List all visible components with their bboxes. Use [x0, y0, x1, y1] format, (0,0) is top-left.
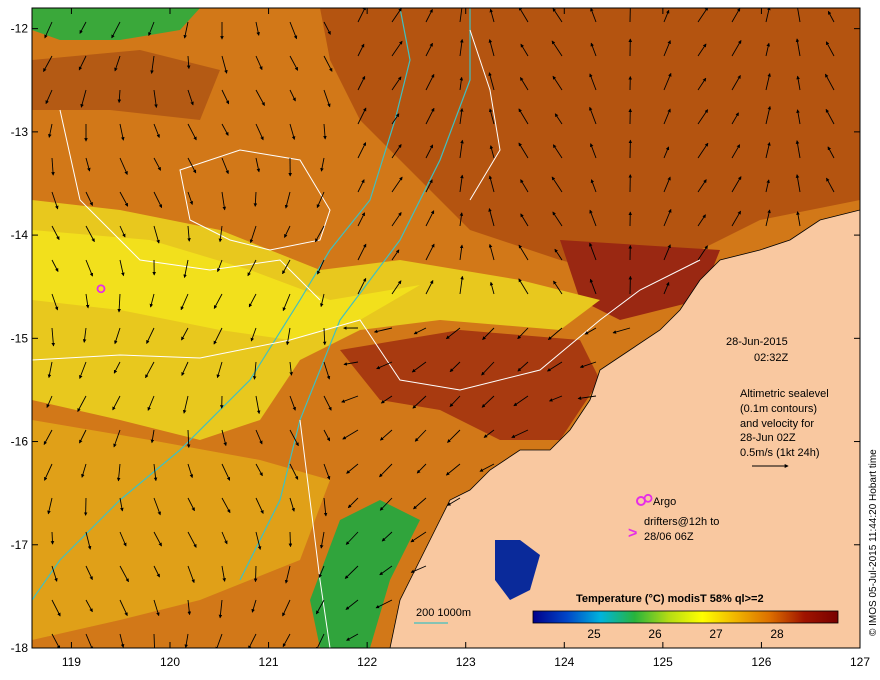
legend-line: 0.5m/s (1kt 24h)	[740, 447, 819, 459]
lon-tick-label: 119	[62, 655, 81, 669]
legend-line: and velocity for	[740, 418, 814, 430]
lon-tick-label: 125	[653, 655, 673, 669]
lat-tick-label: -16	[11, 435, 29, 449]
legend-line: (0.1m contours)	[740, 403, 817, 415]
colorbar-tick-label: 25	[587, 627, 601, 641]
lon-tick-label: 124	[554, 655, 574, 669]
colorbar-gradient	[532, 610, 839, 624]
colorbar-tick-label: 27	[709, 627, 723, 641]
date-label: 28-Jun-2015	[726, 336, 788, 348]
colorbar-tick-label: 26	[648, 627, 662, 641]
lat-tick-label: -13	[11, 125, 29, 139]
colorbar-title: Temperature (°C) modisT 58% ql>=2	[576, 593, 764, 605]
timestamp-stamp: © IMOS 05-Jul-2015 11:44:20 Hobart time	[868, 449, 879, 636]
lon-tick-label: 122	[357, 655, 377, 669]
colorbar-tick-label: 28	[770, 627, 784, 641]
lat-tick-label: -12	[11, 22, 29, 36]
lon-tick-label: 126	[751, 655, 771, 669]
lat-tick-label: -18	[11, 641, 29, 655]
lon-tick-label: 121	[259, 655, 279, 669]
lat-tick-label: -14	[11, 228, 29, 242]
lon-tick-label: 123	[456, 655, 476, 669]
lat-tick-label: -15	[11, 331, 29, 345]
lon-tick-label: 127	[850, 655, 870, 669]
drifters-legend-line: drifters@12h to	[644, 516, 719, 528]
velocity-arrow	[50, 531, 55, 545]
time-label: 02:32Z	[754, 352, 789, 364]
argo-legend-label: Argo	[653, 496, 676, 508]
legend-line: Altimetric sealevel	[740, 388, 829, 400]
drifters-legend-line: 28/06 06Z	[644, 531, 694, 543]
velocity-arrow	[288, 531, 293, 548]
map-figure: 119 120 121 122 123 124 125 126 127 -12 -13 -14 -15…	[11, 7, 879, 669]
lon-tick-label: 120	[160, 655, 180, 669]
lat-tick-label: -17	[11, 538, 29, 552]
legend-line: 28-Jun 02Z	[740, 432, 796, 444]
drifter-legend-icon: >	[628, 525, 637, 542]
velocity-arrow	[253, 565, 258, 583]
isobath-legend-label: 200 1000m	[416, 607, 471, 619]
